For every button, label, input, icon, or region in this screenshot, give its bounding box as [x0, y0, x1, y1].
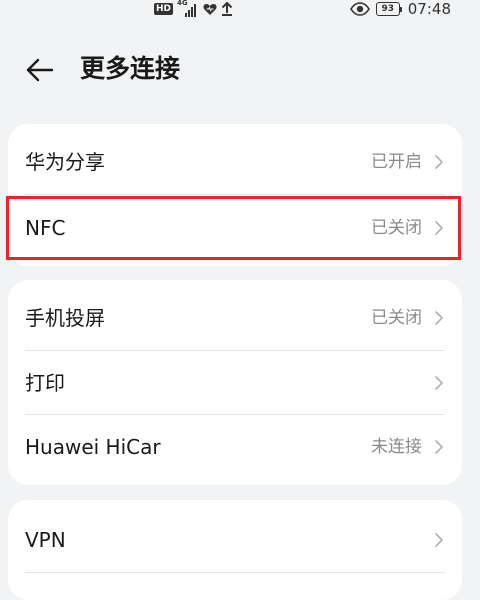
clock: 07:48 [407, 0, 451, 18]
settings-item-label: VPN [25, 528, 66, 552]
settings-item-value: 已开启 [371, 152, 422, 172]
status-right-icons: 93 07:48 [349, 0, 451, 18]
settings-item-value: 未连接 [371, 437, 422, 457]
settings-group-3: VPN [8, 500, 462, 600]
settings-item-label: 打印 [25, 371, 65, 395]
settings-item-label: NFC [25, 216, 66, 240]
chevron-right-icon [435, 221, 443, 235]
status-bar: HD 4G 93 07:48 [0, 0, 480, 20]
settings-item-value: 已关闭 [371, 308, 422, 328]
hd-icon: HD [154, 3, 174, 15]
signal-icon: 4G [177, 0, 199, 17]
settings-item-label: Huawei HiCar [25, 435, 161, 459]
chevron-right-icon [435, 533, 443, 547]
upload-icon [221, 2, 233, 16]
back-button[interactable] [24, 54, 56, 86]
arrow-left-icon [26, 58, 54, 82]
settings-item-vpn[interactable]: VPN [8, 508, 462, 572]
battery-icon: 93 [375, 2, 402, 16]
eye-icon [349, 2, 370, 16]
settings-item-label: 手机投屏 [25, 306, 105, 330]
settings-item-label: 华为分享 [25, 150, 105, 174]
chevron-right-icon [435, 311, 443, 325]
battery-level: 93 [375, 2, 400, 16]
settings-group-2: 手机投屏 已关闭 打印 Huawei HiCar 未连接 [8, 280, 462, 485]
settings-item-print[interactable]: 打印 [8, 351, 462, 415]
settings-group-1: 华为分享 已开启 NFC 已关闭 [8, 124, 462, 266]
status-left-icons: HD 4G [154, 0, 233, 17]
settings-item-screen-projection[interactable]: 手机投屏 已关闭 [8, 286, 462, 350]
chevron-right-icon [435, 440, 443, 454]
divider [25, 194, 445, 195]
chevron-right-icon [435, 155, 443, 169]
settings-item-nfc[interactable]: NFC 已关闭 [8, 196, 462, 260]
header: 更多连接 [0, 50, 480, 90]
page-title: 更多连接 [80, 54, 181, 83]
settings-item-huawei-hicar[interactable]: Huawei HiCar 未连接 [8, 415, 462, 479]
settings-item-huawei-share[interactable]: 华为分享 已开启 [8, 130, 462, 194]
settings-item-value: 已关闭 [371, 218, 422, 238]
heart-icon [203, 3, 217, 15]
chevron-right-icon [435, 376, 443, 390]
divider [25, 572, 445, 573]
